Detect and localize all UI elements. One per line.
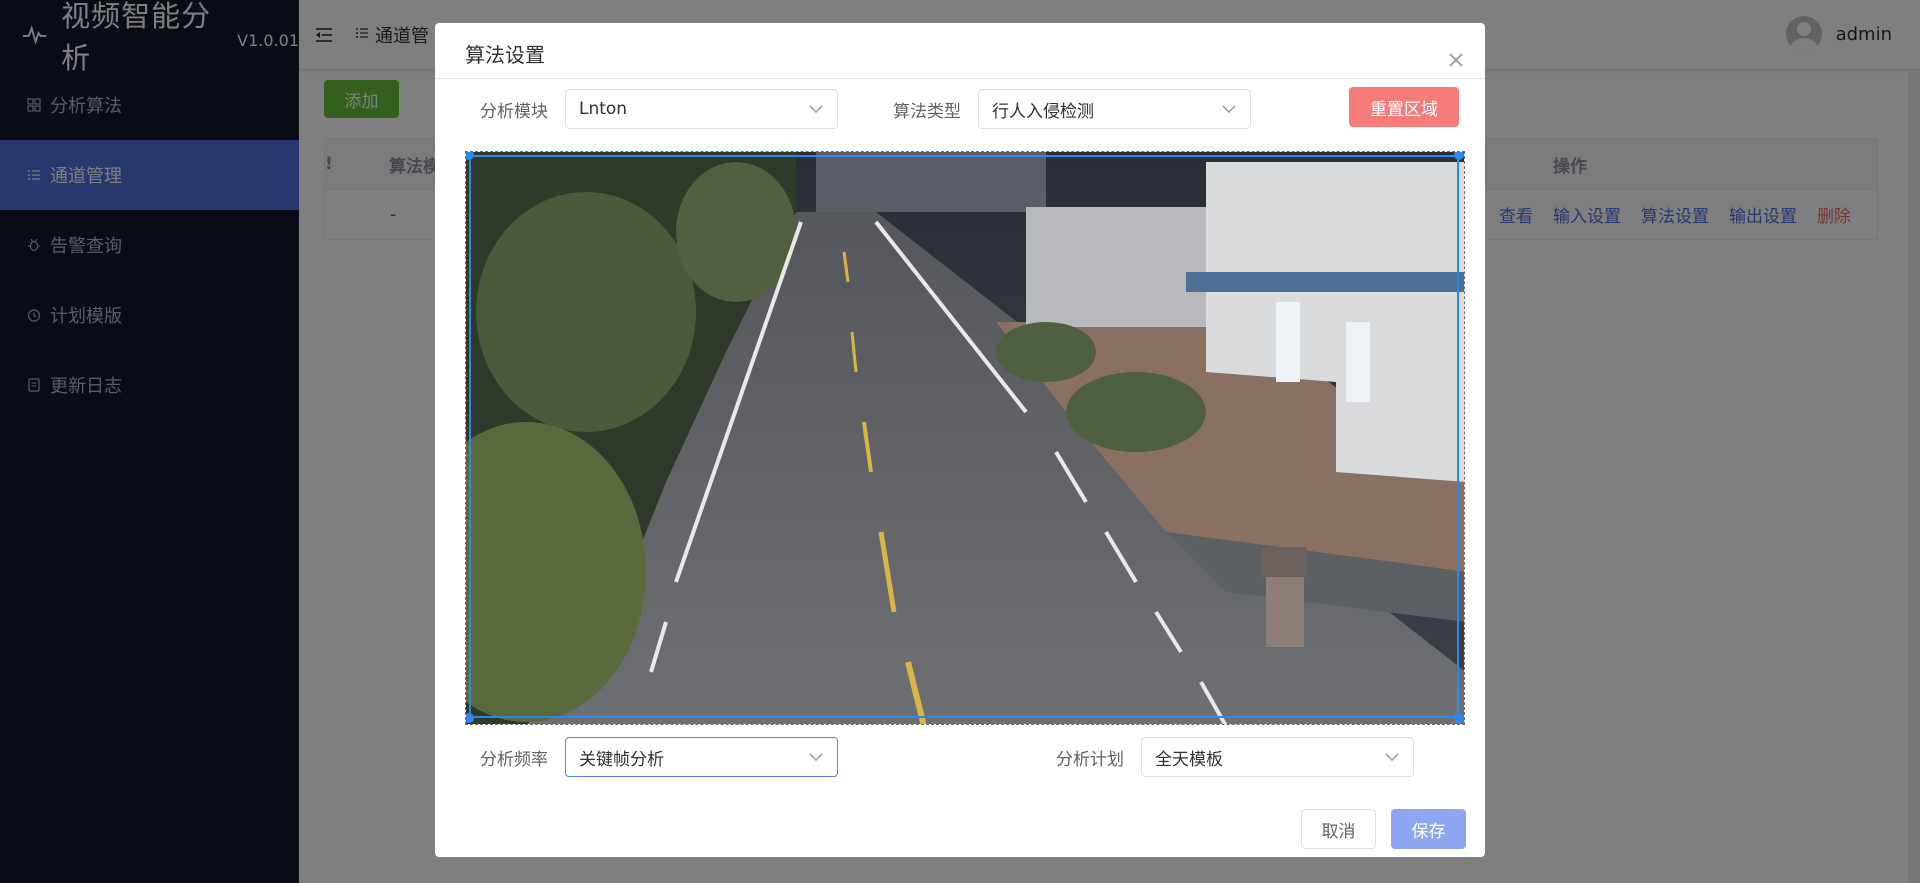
chevron-down-icon [1385, 753, 1399, 761]
cancel-button[interactable]: 取消 [1301, 809, 1376, 849]
module-label: 分析模块 [480, 102, 548, 122]
module-select[interactable]: Lnton [565, 89, 838, 129]
chevron-down-icon [809, 753, 823, 761]
dialog-divider [435, 78, 1485, 79]
frequency-value: 关键帧分析 [579, 749, 664, 770]
algo-type-value: 行人入侵检测 [992, 101, 1094, 122]
dialog-title: 算法设置 [465, 43, 545, 67]
region-handle-bottom-right[interactable] [1454, 713, 1464, 723]
frequency-label: 分析频率 [480, 750, 548, 770]
save-button[interactable]: 保存 [1391, 809, 1466, 849]
reset-region-button[interactable]: 重置区域 [1349, 87, 1459, 127]
detection-region[interactable] [469, 155, 1459, 718]
algo-type-label: 算法类型 [893, 102, 961, 122]
video-frame[interactable] [465, 151, 1465, 725]
plan-value: 全天模板 [1155, 749, 1223, 770]
chevron-down-icon [809, 105, 823, 113]
plan-label: 分析计划 [1056, 750, 1124, 770]
plan-select[interactable]: 全天模板 [1141, 737, 1414, 777]
frequency-select[interactable]: 关键帧分析 [565, 737, 838, 777]
algo-type-select[interactable]: 行人入侵检测 [978, 89, 1251, 129]
close-icon[interactable] [1447, 51, 1465, 69]
algorithm-settings-dialog: 算法设置 分析模块 Lnton 算法类型 行人入侵检测 重置区域 分析频率 关键… [435, 23, 1485, 857]
chevron-down-icon [1222, 105, 1236, 113]
module-value: Lnton [579, 99, 628, 119]
